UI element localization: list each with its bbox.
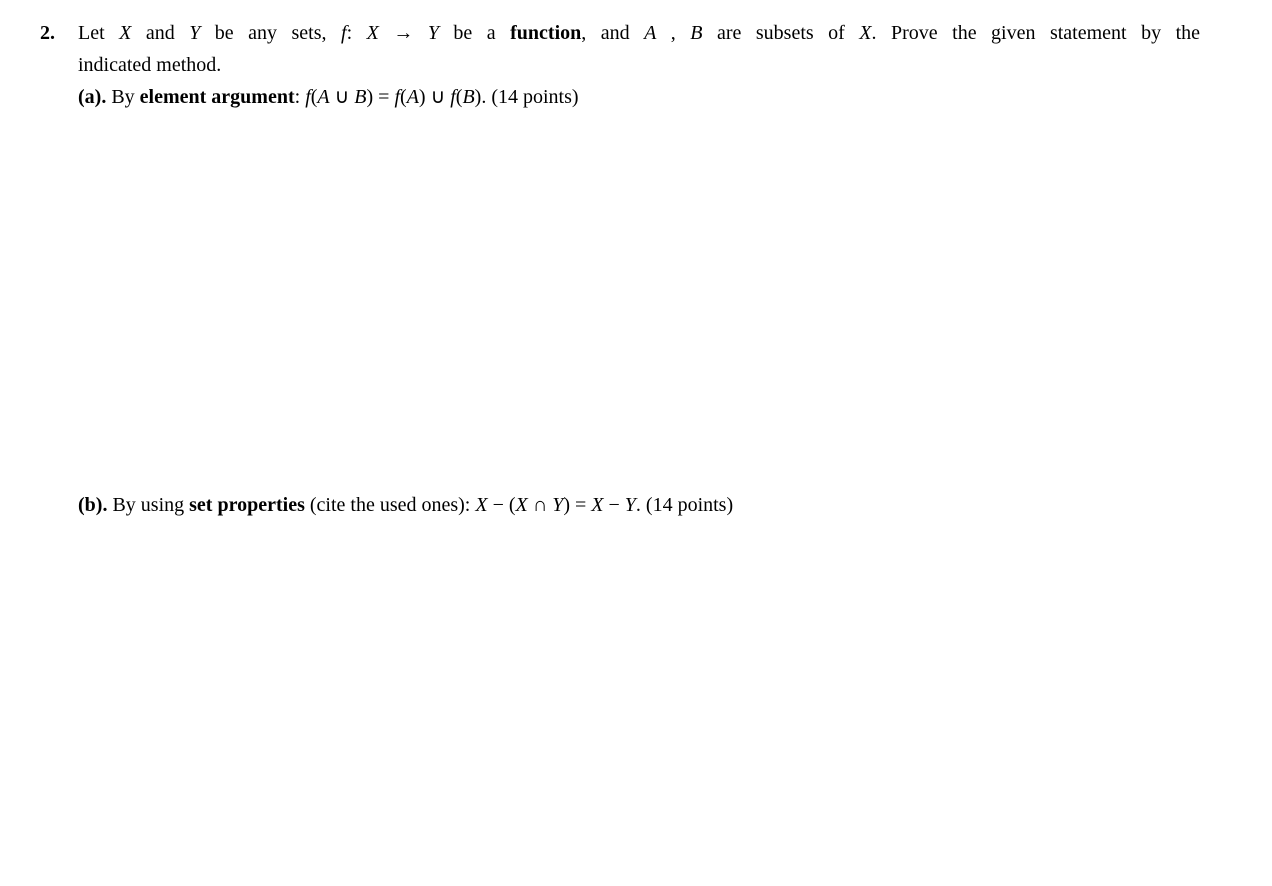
part-b-label: (b). xyxy=(78,494,107,516)
part-a-method: element argument xyxy=(140,86,295,108)
intro-line-2: indicated method. xyxy=(78,50,1200,80)
codomain-y: Y xyxy=(428,22,439,44)
arrow: → xyxy=(379,22,428,44)
part-a-by: By xyxy=(106,86,139,108)
part-a-points: (14 points) xyxy=(491,86,578,108)
eq-a-period: . xyxy=(481,86,491,108)
text-comma-and: , and xyxy=(581,22,644,44)
eq-b-X2: X xyxy=(516,494,528,516)
eq-b-pc: ) xyxy=(563,494,570,516)
part-b-points: (14 points) xyxy=(646,494,733,516)
text-prove: . Prove the given statement by the xyxy=(872,22,1200,44)
eq-b-po: ( xyxy=(509,494,516,516)
var-b: B xyxy=(690,22,702,44)
eq-b-X3: X xyxy=(591,494,603,516)
colon: : xyxy=(347,22,367,44)
problem-number: 2. xyxy=(40,18,78,48)
problem-body: Let X and Y be any sets, f: X → Y be a f… xyxy=(78,18,1200,112)
word-function: function xyxy=(510,22,581,44)
eq-b-intersect: ∩ xyxy=(528,494,552,516)
eq-b-Y2: Y xyxy=(625,494,636,516)
text-be-a: be a xyxy=(439,22,510,44)
eq-b-equals: = xyxy=(570,494,591,516)
var-a: A xyxy=(644,22,656,44)
part-b: (b). By using set properties (cite the u… xyxy=(78,490,1200,520)
eq-a-pc2: ) xyxy=(419,86,426,108)
eq-a-union2: ∪ xyxy=(426,86,451,108)
eq-a-B2: B xyxy=(462,86,474,108)
part-b-cite: (cite the used ones): xyxy=(305,494,476,516)
text-be-any-sets: be any sets, xyxy=(200,22,341,44)
eq-b-minus2: − xyxy=(604,494,625,516)
eq-a-po2: ( xyxy=(400,86,407,108)
part-b-by: By using xyxy=(107,494,189,516)
comma-sep: , xyxy=(656,22,690,44)
part-a-label: (a). xyxy=(78,86,106,108)
eq-b-X1: X xyxy=(475,494,487,516)
var-y: Y xyxy=(189,22,200,44)
text-subsets: are subsets of xyxy=(703,22,860,44)
part-b-method: set properties xyxy=(189,494,305,516)
text-and: and xyxy=(131,22,189,44)
eq-a-A2: A xyxy=(407,86,419,108)
eq-b-period: . xyxy=(636,494,646,516)
eq-b-Y1: Y xyxy=(552,494,563,516)
eq-a-B1: B xyxy=(354,86,366,108)
domain-x: X xyxy=(367,22,379,44)
var-x-2: X xyxy=(859,22,871,44)
eq-a-equals: = xyxy=(373,86,394,108)
intro-line-1: Let X and Y be any sets, f: X → Y be a f… xyxy=(78,18,1200,48)
eq-a-union1: ∪ xyxy=(330,86,355,108)
part-a: (a). By element argument: f(A ∪ B) = f(A… xyxy=(78,82,1200,112)
eq-a-A1: A xyxy=(317,86,329,108)
eq-b-minus1: − xyxy=(488,494,509,516)
var-x: X xyxy=(119,22,131,44)
problem-2: 2. Let X and Y be any sets, f: X → Y be … xyxy=(40,18,1200,112)
text-let: Let xyxy=(78,22,119,44)
part-a-colon: : xyxy=(295,86,306,108)
